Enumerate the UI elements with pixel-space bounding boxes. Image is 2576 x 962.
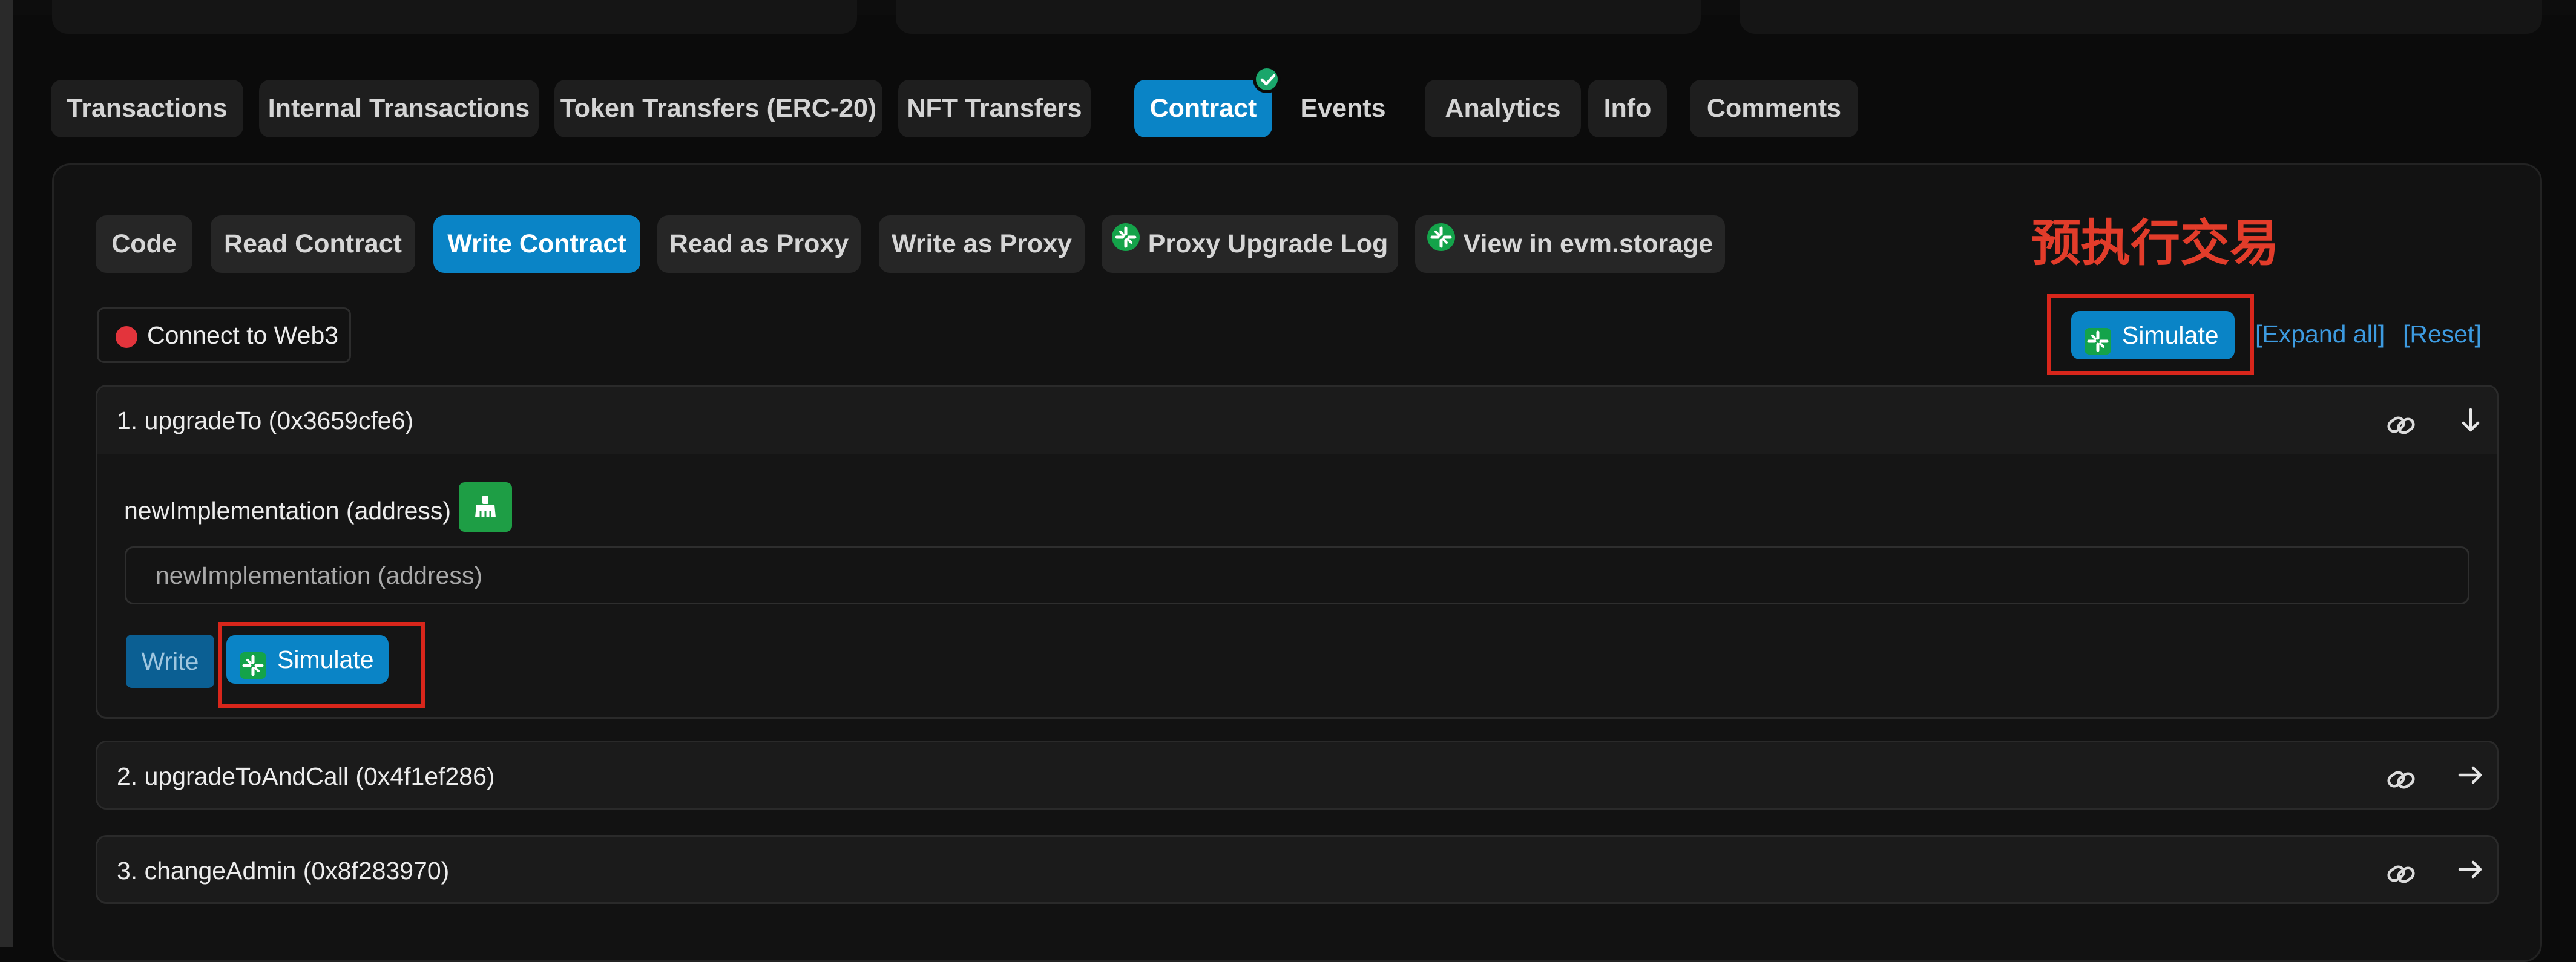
subtab-label: Write Contract bbox=[447, 229, 626, 258]
subtab-label: Read as Proxy bbox=[669, 229, 849, 258]
clear-input-button[interactable] bbox=[459, 482, 512, 532]
tenderly-icon bbox=[1111, 214, 1140, 272]
subtab-read-as-proxy[interactable]: Read as Proxy bbox=[657, 215, 861, 273]
tab-label: Transactions bbox=[67, 94, 228, 123]
arrow-down-icon[interactable] bbox=[2456, 406, 2485, 435]
new-implementation-input[interactable] bbox=[125, 546, 2469, 604]
function-title: 3. changeAdmin (0x8f283970) bbox=[117, 857, 450, 885]
simulate-label: Simulate bbox=[2122, 321, 2219, 349]
copy-link-icon[interactable] bbox=[2385, 859, 2417, 890]
simulate-all-button[interactable]: Simulate bbox=[2071, 311, 2235, 359]
copy-link-icon[interactable] bbox=[2385, 410, 2417, 441]
broom-icon bbox=[475, 496, 496, 517]
tab-info[interactable]: Info bbox=[1588, 80, 1667, 137]
simulate-label: Simulate bbox=[277, 646, 374, 673]
tenderly-icon bbox=[1427, 214, 1455, 272]
tab-transactions[interactable]: Transactions bbox=[51, 80, 243, 137]
tab-label: Info bbox=[1603, 94, 1652, 123]
arrow-right-icon[interactable] bbox=[2456, 855, 2485, 884]
connect-web3-button[interactable]: Connect to Web3 bbox=[97, 307, 351, 363]
tab-contract[interactable]: Contract bbox=[1134, 65, 1281, 137]
tab-internal-transactions[interactable]: Internal Transactions bbox=[259, 80, 539, 137]
summary-card bbox=[1740, 0, 2542, 34]
subtab-label: Read Contract bbox=[224, 229, 402, 258]
function-header[interactable]: 2. upgradeToAndCall (0x4f1ef286) bbox=[97, 742, 2497, 808]
param-label: newImplementation (address) bbox=[124, 497, 452, 525]
subtab-label: Proxy Upgrade Log bbox=[1148, 229, 1388, 258]
subtab-label: Write as Proxy bbox=[892, 229, 1072, 258]
subtab-view-in-evm-storage[interactable]: View in evm.storage bbox=[1415, 215, 1725, 273]
simulate-button[interactable]: Simulate bbox=[226, 635, 389, 684]
annotation-title: 预执行交易 bbox=[2031, 216, 2280, 271]
tab-label: Contract bbox=[1149, 94, 1257, 123]
verified-check-icon bbox=[1253, 65, 1281, 93]
connection-status-dot bbox=[116, 326, 137, 348]
summary-card bbox=[896, 0, 1701, 34]
function-title: 2. upgradeToAndCall (0x4f1ef286) bbox=[117, 762, 495, 790]
page-edge bbox=[0, 0, 13, 947]
summary-card bbox=[52, 0, 857, 34]
function-card-changeAdmin: 3. changeAdmin (0x8f283970) bbox=[96, 835, 2499, 904]
tab-label: Analytics bbox=[1445, 94, 1561, 123]
tab-token-transfers[interactable]: Token Transfers (ERC-20) bbox=[554, 80, 882, 137]
connect-label: Connect to Web3 bbox=[147, 321, 339, 349]
tab-label: Token Transfers (ERC-20) bbox=[560, 94, 877, 123]
tab-label: Comments bbox=[1706, 94, 1842, 123]
tab-label: NFT Transfers bbox=[907, 94, 1082, 123]
expand-all-link[interactable]: [Expand all] bbox=[2255, 317, 2385, 351]
tenderly-icon bbox=[240, 646, 266, 695]
function-card-upgradeToAndCall: 2. upgradeToAndCall (0x4f1ef286) bbox=[96, 741, 2499, 810]
subtab-label: View in evm.storage bbox=[1463, 229, 1714, 258]
tab-label: Internal Transactions bbox=[268, 94, 530, 123]
tab-nft-transfers[interactable]: NFT Transfers bbox=[898, 80, 1091, 137]
subtab-read-contract[interactable]: Read Contract bbox=[211, 215, 415, 273]
tab-analytics[interactable]: Analytics bbox=[1425, 80, 1581, 137]
write-label: Write bbox=[141, 647, 199, 675]
subtab-write-contract[interactable]: Write Contract bbox=[433, 215, 640, 273]
write-button[interactable]: Write bbox=[126, 635, 214, 688]
function-header[interactable]: 3. changeAdmin (0x8f283970) bbox=[97, 837, 2497, 902]
function-title: 1. upgradeTo (0x3659cfe6) bbox=[117, 407, 414, 434]
tab-comments[interactable]: Comments bbox=[1690, 80, 1858, 137]
reset-link[interactable]: [Reset] bbox=[2403, 317, 2482, 351]
copy-link-icon[interactable] bbox=[2385, 764, 2417, 796]
subtab-label: Code bbox=[111, 229, 177, 258]
arrow-right-icon[interactable] bbox=[2456, 761, 2485, 790]
tenderly-icon bbox=[2085, 322, 2111, 370]
tab-label: Events bbox=[1300, 94, 1386, 123]
subtab-proxy-upgrade-log[interactable]: Proxy Upgrade Log bbox=[1102, 215, 1398, 273]
subtab-code[interactable]: Code bbox=[96, 215, 192, 273]
subtab-write-as-proxy[interactable]: Write as Proxy bbox=[879, 215, 1085, 273]
function-header[interactable]: 1. upgradeTo (0x3659cfe6) bbox=[97, 387, 2497, 454]
tab-events[interactable]: Events bbox=[1286, 80, 1401, 137]
